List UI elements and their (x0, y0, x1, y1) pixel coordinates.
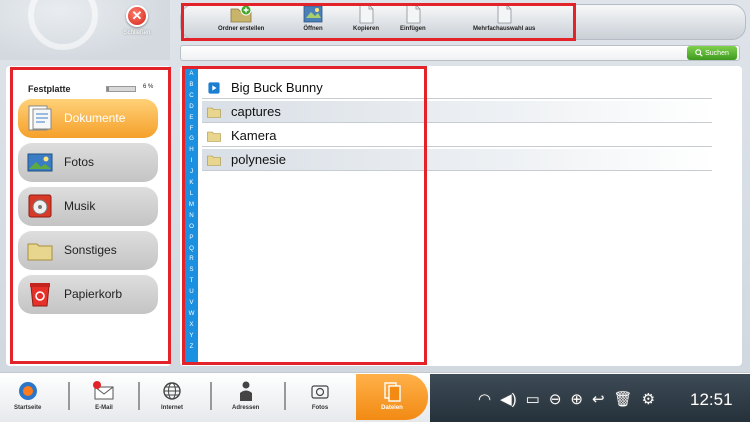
battery-icon: ▭ (525, 391, 540, 408)
home-icon (18, 382, 37, 400)
settings-icon[interactable]: ⚙ (642, 390, 655, 408)
trash-icon[interactable]: 🗑 (614, 390, 633, 408)
taskbar-label: E-Mail (95, 405, 113, 411)
volume-icon[interactable]: ◀) (500, 390, 517, 408)
taskbar-label: Dateien (381, 405, 403, 411)
globe-icon (163, 382, 181, 400)
search-button[interactable]: Suchen (687, 46, 737, 60)
sidebar-highlight-box (10, 67, 171, 364)
taskbar-separator (68, 382, 70, 410)
taskbar-label: Internet (160, 405, 183, 411)
back-icon[interactable]: ↩ (592, 390, 605, 408)
taskbar-internet[interactable]: Internet (160, 380, 184, 411)
wifi-icon: ◠ (478, 391, 492, 408)
search-input[interactable] (182, 46, 682, 60)
taskbar-photos[interactable]: Fotos (308, 380, 332, 411)
search-icon (695, 49, 703, 57)
taskbar-separator (210, 382, 212, 410)
camera-icon (311, 385, 329, 399)
minus-circle-icon[interactable]: ⊖ (549, 390, 562, 408)
logo-icon (28, 0, 98, 50)
close-button[interactable]: ✕ Schließen (112, 5, 162, 45)
email-icon (93, 381, 114, 400)
search-button-label: Suchen (705, 49, 729, 57)
plus-circle-icon[interactable]: ⊕ (570, 390, 583, 408)
taskbar-label: Startseite (14, 405, 42, 411)
taskbar-label: Adressen (232, 405, 260, 411)
file-list-highlight-box (182, 66, 427, 365)
taskbar-label: Fotos (311, 405, 329, 411)
taskbar-files-inner: Dateien (380, 380, 404, 411)
status-icons: ◠ ◀) ▭ ⊖ ⊕ ↩ 🗑 ⚙ (478, 388, 655, 410)
close-icon: ✕ (126, 5, 148, 27)
files-icon (384, 382, 401, 402)
taskbar-home[interactable]: Startseite (14, 380, 41, 411)
taskbar-separator (284, 382, 286, 410)
taskbar-separator (138, 382, 140, 410)
taskbar-email[interactable]: E-Mail (92, 380, 116, 411)
contacts-icon (239, 381, 252, 401)
taskbar-files[interactable]: Dateien (356, 374, 428, 420)
taskbar-contacts[interactable]: Adressen (232, 380, 259, 411)
close-label: Schließen (123, 30, 151, 36)
clock: 12:51 (690, 390, 733, 409)
toolbar-highlight-box (181, 3, 576, 41)
